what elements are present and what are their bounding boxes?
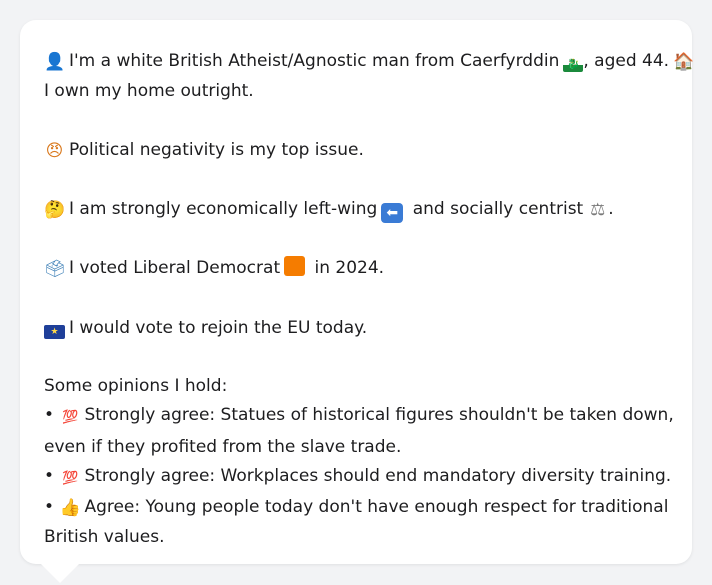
intro-line-1: 👤 I'm a white British Atheist/Agnostic ma…: [44, 47, 694, 77]
speech-bubble-tail: [40, 563, 80, 583]
bullet: •: [44, 465, 55, 486]
left-arrow-icon: ⬅: [381, 202, 404, 223]
opinion-text: Strongly agree: Statues of historical fi…: [84, 405, 674, 426]
intro-text: I'm a white British Atheist/Agnostic man…: [69, 51, 560, 71]
wales-flag-icon: 🐉: [563, 58, 584, 72]
hundred-points-icon: 💯: [62, 410, 78, 426]
opinion-item: • 💯 Strongly agree: Statues of historical…: [44, 401, 674, 432]
profile-card: 👤 I'm a white British Atheist/Agnostic ma…: [20, 20, 694, 564]
economics-text: I am strongly economically left-wing: [69, 198, 378, 219]
opinions-header: Some opinions I hold:: [44, 376, 228, 397]
vote-year: in 2024.: [314, 258, 385, 279]
eu-text: I would vote to rejoin the EU today.: [69, 317, 368, 338]
opinion-text: Agree: Young people today don't have eno…: [84, 496, 669, 517]
balance-scale-icon: ⚖: [590, 199, 606, 220]
thumbs-up-icon: 👍: [59, 497, 81, 518]
hundred-points-icon: 💯: [62, 470, 78, 486]
economics-end: .: [608, 198, 614, 219]
economics-line: 🤔 I am strongly economically left-wing ⬅ a…: [44, 195, 668, 225]
house-icon: 🏠: [673, 52, 695, 72]
home-ownership: I own my home outright.: [44, 81, 254, 102]
social-text: and socially centrist: [412, 198, 584, 219]
person-icon: 👤: [44, 52, 66, 72]
opinion-item: • 👍 Agree: Young people today don't have …: [44, 493, 668, 523]
intro-age: , aged 44.: [583, 51, 670, 71]
opinion-item: • 💯 Strongly agree: Workplaces should end…: [44, 462, 672, 493]
orange-square-icon: [284, 256, 306, 277]
opinion-text-continued: even if they profited from the slave tra…: [44, 436, 402, 457]
angry-face-icon: 😠: [45, 140, 64, 161]
vote-text: I voted Liberal Democrat: [69, 258, 281, 279]
vote-line: 🗳 I voted Liberal Democrat in 2024.: [44, 254, 668, 284]
top-issue-text: Political negativity is my top issue.: [69, 139, 364, 160]
eu-flag-icon: ★: [44, 324, 65, 339]
bullet: •: [44, 405, 55, 426]
top-issue-line: 😠 Political negativity is my top issue.: [44, 136, 668, 166]
opinion-text-continued: British values.: [44, 527, 165, 548]
ballot-box-icon: 🗳: [44, 259, 66, 280]
bullet: •: [44, 496, 55, 517]
eu-line: ★ I would vote to rejoin the EU today.: [44, 314, 668, 343]
opinion-text: Strongly agree: Workplaces should end ma…: [84, 465, 672, 486]
thinking-face-icon: 🤔: [44, 199, 66, 220]
